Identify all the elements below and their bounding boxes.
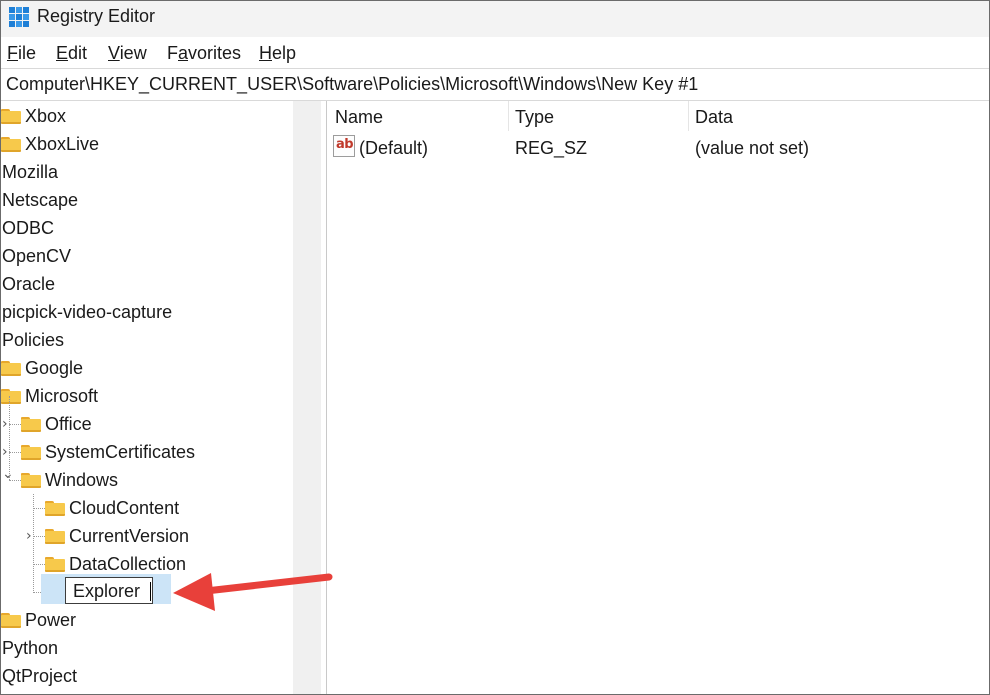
- tree-guide-line: [33, 536, 45, 537]
- window-title: Registry Editor: [37, 6, 156, 26]
- tree-item[interactable]: OpenCV: [1, 242, 293, 270]
- tree-item-label: OpenCV: [2, 246, 72, 266]
- folder-icon: [21, 445, 41, 460]
- tree-item[interactable]: picpick-video-capture: [1, 298, 293, 326]
- tree-item-label: CloudContent: [69, 498, 180, 518]
- folder-icon: [1, 109, 21, 124]
- column-header-data[interactable]: Data: [695, 107, 733, 128]
- tree-guide-line: [33, 508, 45, 509]
- text-caret: [150, 582, 151, 601]
- tree-item[interactable]: QtProject: [1, 662, 293, 690]
- title-bar[interactable]: Registry Editor: [1, 1, 989, 37]
- value-name: (Default): [359, 138, 429, 158]
- tree-item-label: Windows: [45, 470, 119, 490]
- tree-item-label: ODBC: [2, 218, 55, 238]
- tree-item-label: Mozilla: [2, 162, 59, 182]
- column-divider[interactable]: [688, 101, 689, 131]
- tree-item[interactable]: Mozilla: [1, 158, 293, 186]
- chevron-down-icon[interactable]: ⌄: [2, 466, 14, 482]
- tree-item-label: DataCollection: [69, 554, 187, 574]
- folder-icon: [1, 361, 21, 376]
- menu-help[interactable]: Help: [259, 43, 296, 64]
- tree-item-label: CurrentVersion: [69, 526, 190, 546]
- folder-icon: [1, 613, 21, 628]
- tree-item-label: Xbox: [25, 106, 67, 126]
- column-header-name[interactable]: Name: [335, 107, 383, 128]
- chevron-right-icon[interactable]: ›: [2, 416, 8, 432]
- column-divider[interactable]: [508, 101, 509, 131]
- tree-item-label: picpick-video-capture: [2, 302, 173, 322]
- chevron-right-icon[interactable]: ›: [2, 444, 8, 460]
- tree-item[interactable]: › Office: [1, 410, 293, 438]
- menu-bar: File Edit View Favorites Help: [1, 37, 989, 67]
- folder-icon: [21, 417, 41, 432]
- folder-icon: [45, 529, 65, 544]
- address-path[interactable]: Computer\HKEY_CURRENT_USER\Software\Poli…: [6, 74, 698, 95]
- value-type: REG_SZ: [515, 138, 588, 158]
- tree-guide-line: [33, 564, 45, 565]
- values-list[interactable]: Name Type Data ab (Default) REG_SZ (valu…: [327, 101, 989, 694]
- menu-file[interactable]: File: [7, 43, 36, 64]
- tree-item[interactable]: XboxLive: [1, 130, 293, 158]
- folder-icon: [1, 389, 21, 404]
- address-bar[interactable]: Computer\HKEY_CURRENT_USER\Software\Poli…: [1, 68, 989, 101]
- tree-guide-line: [33, 494, 34, 593]
- key-tree[interactable]: Xbox XboxLive Mozilla Netscape ODBC OpenCV Ora…: [1, 101, 293, 694]
- chevron-right-icon[interactable]: ›: [26, 528, 32, 544]
- tree-item-label: Python: [2, 638, 59, 658]
- value-data: (value not set): [695, 138, 810, 158]
- tree-item[interactable]: Power: [1, 606, 293, 634]
- tree-item-label: QtProject: [2, 666, 78, 686]
- tree-guide-line: [9, 452, 21, 453]
- folder-icon: [45, 557, 65, 572]
- tree-item[interactable]: Xbox: [1, 102, 293, 130]
- tree-item-label: Power: [25, 610, 77, 630]
- folder-icon: [1, 137, 21, 152]
- tree-item[interactable]: Python: [1, 634, 293, 662]
- tree-guide-line: [9, 396, 10, 480]
- registry-editor-app-icon: [9, 7, 29, 27]
- tree-item[interactable]: Oracle: [1, 270, 293, 298]
- menu-view[interactable]: View: [108, 43, 147, 64]
- tree-item[interactable]: › SystemCertificates: [1, 438, 293, 466]
- tree-item-label: Policies: [2, 330, 65, 350]
- tree-item-label: Office: [45, 414, 92, 434]
- tree-item-label: Oracle: [2, 274, 56, 294]
- folder-icon: [45, 501, 65, 516]
- tree-item[interactable]: Netscape: [1, 186, 293, 214]
- tree-scrollbar[interactable]: [293, 101, 321, 694]
- tree-item[interactable]: CloudContent: [1, 494, 293, 522]
- tree-item[interactable]: Policies: [1, 326, 293, 354]
- menu-favorites[interactable]: Favorites: [167, 43, 241, 64]
- string-value-icon: ab: [333, 135, 355, 157]
- tree-item-label: Microsoft: [25, 386, 99, 406]
- tree-guide-line: [9, 424, 21, 425]
- tree-item-label: SystemCertificates: [45, 442, 196, 462]
- column-header-type[interactable]: Type: [515, 107, 554, 128]
- registry-editor-window: Registry Editor File Edit View Favorites…: [0, 0, 990, 695]
- tree-item-label: Google: [25, 358, 84, 378]
- tree-item-label: Netscape: [2, 190, 79, 210]
- tree-item[interactable]: Google: [1, 354, 293, 382]
- tree-item[interactable]: › CurrentVersion: [1, 522, 293, 550]
- rename-key-input[interactable]: Explorer: [65, 577, 153, 604]
- tree-item[interactable]: ODBC: [1, 214, 293, 242]
- tree-item[interactable]: Microsoft: [1, 382, 293, 410]
- menu-edit[interactable]: Edit: [56, 43, 87, 64]
- rename-key-text: Explorer: [73, 581, 141, 601]
- tree-item-label: XboxLive: [25, 134, 100, 154]
- folder-icon: [21, 473, 41, 488]
- tree-item[interactable]: ⌄ Windows: [1, 466, 293, 494]
